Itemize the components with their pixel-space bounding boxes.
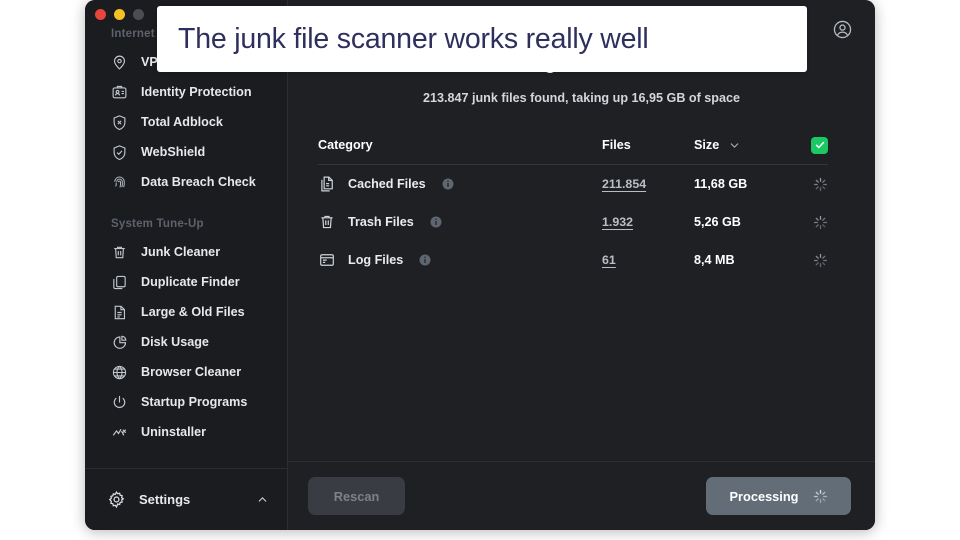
- spinner-icon: [813, 215, 828, 230]
- app-window: Internet Security VPN: [85, 0, 875, 530]
- sidebar-item-label: Browser Cleaner: [141, 365, 242, 379]
- sidebar-item-uninstaller[interactable]: Uninstaller: [85, 417, 287, 447]
- account-circle-icon[interactable]: [832, 19, 853, 40]
- footer-actions: Rescan Processing: [288, 461, 875, 530]
- maximize-window-button[interactable]: [133, 9, 144, 20]
- junk-files-table: Category Files Size Cached Files 211.854…: [288, 105, 875, 279]
- sidebar-item-settings[interactable]: Settings: [85, 468, 287, 530]
- shield-x-icon: [111, 114, 128, 131]
- chevron-down-icon[interactable]: [728, 139, 741, 152]
- shield-check-icon: [111, 144, 128, 161]
- sidebar-item-label: Data Breach Check: [141, 175, 256, 189]
- globe-icon: [111, 364, 128, 381]
- main-content: Manage Junk Files 213.847 junk files fou…: [288, 0, 875, 530]
- select-all-checkbox[interactable]: [811, 136, 828, 154]
- screenshot-root: Internet Security VPN: [0, 0, 960, 540]
- sidebar-item-label: Identity Protection: [141, 85, 252, 99]
- column-header-category: Category: [318, 138, 373, 152]
- sidebar-section-system-tuneup: System Tune-Up Junk Cleaner Duplicate Fi…: [85, 218, 287, 447]
- sidebar-item-identity-protection[interactable]: Identity Protection: [85, 77, 287, 107]
- log-files-icon: [318, 251, 336, 269]
- sidebar-item-label: Disk Usage: [141, 335, 209, 349]
- power-icon: [111, 394, 128, 411]
- location-pin-icon: [111, 54, 128, 71]
- sidebar-settings-label: Settings: [139, 492, 191, 507]
- table-header-row: Category Files Size: [318, 135, 828, 165]
- fingerprint-icon: [111, 174, 128, 191]
- sidebar-item-label: Total Adblock: [141, 115, 223, 129]
- table-row[interactable]: Log Files 61 8,4 MB: [318, 241, 828, 279]
- spinner-icon: [813, 177, 828, 192]
- chevron-up-icon[interactable]: [256, 493, 269, 506]
- processing-button-label: Processing: [729, 488, 799, 504]
- trash-icon: [318, 213, 336, 231]
- sidebar-item-duplicate-finder[interactable]: Duplicate Finder: [85, 267, 287, 297]
- info-icon[interactable]: [419, 254, 431, 266]
- sidebar-item-junk-cleaner[interactable]: Junk Cleaner: [85, 237, 287, 267]
- row-files-count[interactable]: 61: [602, 253, 616, 267]
- sidebar-item-disk-usage[interactable]: Disk Usage: [85, 327, 287, 357]
- sidebar-item-startup-programs[interactable]: Startup Programs: [85, 387, 287, 417]
- close-window-button[interactable]: [95, 9, 106, 20]
- spinner-icon: [813, 489, 828, 504]
- uninstall-icon: [111, 424, 128, 441]
- sidebar-section-label-system-tuneup: System Tune-Up: [111, 218, 204, 230]
- info-icon[interactable]: [430, 216, 442, 228]
- trash-icon: [111, 244, 128, 261]
- id-badge-icon: [111, 84, 128, 101]
- row-size-value: 11,68 GB: [694, 177, 748, 191]
- caption-text: The junk file scanner works really well: [178, 22, 649, 55]
- row-category-label: Log Files: [348, 253, 404, 267]
- column-header-files[interactable]: Files: [602, 138, 631, 152]
- row-size-value: 5,26 GB: [694, 215, 741, 229]
- table-row[interactable]: Trash Files 1.932 5,26 GB: [318, 203, 828, 241]
- cached-files-icon: [318, 175, 336, 193]
- sidebar-item-webshield[interactable]: WebShield: [85, 137, 287, 167]
- table-row[interactable]: Cached Files 211.854 11,68 GB: [318, 165, 828, 203]
- row-size-value: 8,4 MB: [694, 253, 735, 267]
- sidebar-item-browser-cleaner[interactable]: Browser Cleaner: [85, 357, 287, 387]
- spinner-icon: [813, 253, 828, 268]
- processing-button[interactable]: Processing: [706, 477, 851, 515]
- sidebar-item-label: Duplicate Finder: [141, 275, 240, 289]
- caption-banner: The junk file scanner works really well: [157, 6, 807, 72]
- document-icon: [111, 304, 128, 321]
- sidebar-item-label: Startup Programs: [141, 395, 248, 409]
- sidebar: Internet Security VPN: [85, 0, 288, 530]
- rescan-button[interactable]: Rescan: [308, 477, 405, 515]
- gear-icon: [107, 490, 126, 509]
- pie-chart-icon: [111, 334, 128, 351]
- sidebar-item-label: Junk Cleaner: [141, 245, 221, 259]
- column-header-size[interactable]: Size: [694, 138, 719, 152]
- row-files-count[interactable]: 1.932: [602, 215, 633, 229]
- sidebar-item-data-breach-check[interactable]: Data Breach Check: [85, 167, 287, 197]
- sidebar-item-total-adblock[interactable]: Total Adblock: [85, 107, 287, 137]
- sidebar-item-large-old-files[interactable]: Large & Old Files: [85, 297, 287, 327]
- info-icon[interactable]: [442, 178, 454, 190]
- sidebar-item-label: WebShield: [141, 145, 206, 159]
- row-files-count[interactable]: 211.854: [602, 177, 646, 191]
- sidebar-item-label: Uninstaller: [141, 425, 207, 439]
- minimize-window-button[interactable]: [114, 9, 125, 20]
- page-subtitle: 213.847 junk files found, taking up 16,9…: [422, 91, 741, 105]
- window-traffic-lights: [95, 9, 144, 20]
- copy-icon: [111, 274, 128, 291]
- row-category-label: Trash Files: [348, 215, 414, 229]
- sidebar-item-label: Large & Old Files: [141, 305, 245, 319]
- row-category-label: Cached Files: [348, 177, 426, 191]
